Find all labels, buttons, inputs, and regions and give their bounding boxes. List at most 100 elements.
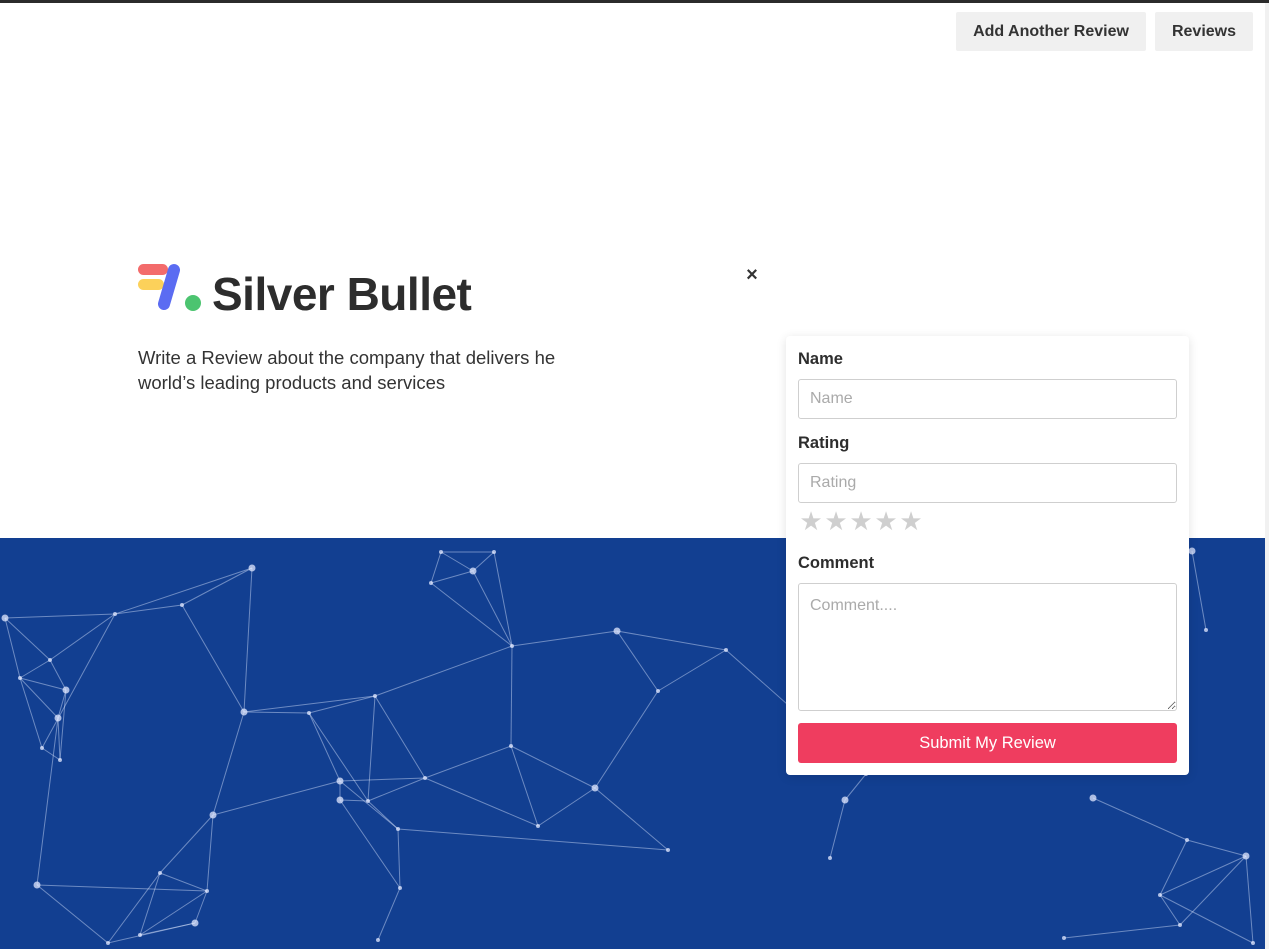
network-node [240,708,248,716]
network-edge [1092,797,1188,841]
star-icon-3[interactable]: ★ [849,508,873,534]
network-edge [19,659,51,679]
network-node [509,744,513,748]
network-edge [616,630,727,651]
network-edge [510,645,513,747]
network-node [536,824,540,828]
window-top-border [0,0,1269,3]
network-node [828,856,832,860]
network-edge [424,745,512,779]
network-node [1242,852,1250,860]
network-node [1089,794,1097,802]
network-edge [367,695,376,802]
network-edge [212,711,245,816]
network-node [1204,628,1208,632]
star-icon-1[interactable]: ★ [799,508,823,534]
submit-review-button[interactable]: Submit My Review [798,723,1177,763]
network-node [48,658,52,662]
network-edge [19,677,43,749]
network-edge [181,604,245,713]
network-edge [1063,924,1181,939]
network-edge [472,551,495,572]
star-icon-5[interactable]: ★ [899,508,923,534]
add-another-review-button[interactable]: Add Another Review [956,12,1146,51]
network-edge [308,712,369,802]
network-edge [537,787,596,827]
network-node [724,648,728,652]
network-edge [41,747,61,761]
network-edge [430,570,474,584]
network-node [138,933,142,937]
network-edge [1179,855,1247,926]
network-node [423,776,427,780]
network-edge [243,711,310,714]
close-icon[interactable]: × [742,264,762,286]
network-node [429,581,433,585]
network-edge [308,695,376,714]
network-edge [440,551,474,572]
network-node [439,550,443,554]
network-node [469,567,477,575]
network-node [58,758,62,762]
network-node [656,689,660,693]
comment-textarea[interactable] [798,583,1177,711]
network-edge [308,712,341,782]
network-edge [374,695,426,779]
network-edge [1159,894,1181,926]
network-edge [4,617,51,661]
network-node [1062,936,1066,940]
network-node [492,550,496,554]
network-edge [243,567,253,713]
network-edge [472,570,513,647]
name-input[interactable] [798,379,1177,419]
network-edge [4,613,116,619]
network-edge [181,567,253,606]
scrollbar[interactable] [1265,3,1269,949]
network-edge [41,613,116,749]
network-node [336,796,344,804]
network-node [180,603,184,607]
rating-label: Rating [798,434,850,452]
network-node [591,784,599,792]
brand-name: Silver Bullet [212,268,472,320]
network-edge [397,828,401,889]
network-node [113,612,117,616]
network-node [54,714,62,722]
network-node [336,777,344,785]
network-edge [829,799,846,859]
star-rating: ★ ★ ★ ★ ★ [799,508,923,536]
network-node [376,938,380,942]
reviews-button[interactable]: Reviews [1155,12,1253,51]
network-edge [493,551,513,647]
network-node [398,886,402,890]
network-node [62,686,70,694]
network-edge [367,777,426,802]
network-node [158,871,162,875]
network-edge [212,780,341,816]
network-edge [4,617,21,679]
network-node [191,919,199,927]
network-edge [19,677,59,719]
review-form-card: Name Rating ★ ★ ★ ★ ★ Comment Submit My … [786,336,1189,775]
star-icon-2[interactable]: ★ [824,508,848,534]
network-node [1188,547,1196,555]
network-node [106,941,110,945]
rating-input[interactable] [798,463,1177,503]
network-node [510,644,514,648]
network-node [205,889,209,893]
network-edge [616,630,659,692]
name-label: Name [798,350,843,368]
network-edge [1159,855,1247,896]
network-edge [1191,550,1207,631]
network-edge [511,630,618,647]
network-edge [194,890,208,924]
network-edge [206,814,214,892]
network-node [366,799,370,803]
network-edge [1159,839,1188,896]
network-edge [424,777,539,827]
star-icon-4[interactable]: ★ [874,508,898,534]
network-node [1185,838,1189,842]
network-node [1178,923,1182,927]
network-edge [1159,894,1254,944]
network-node [666,848,670,852]
